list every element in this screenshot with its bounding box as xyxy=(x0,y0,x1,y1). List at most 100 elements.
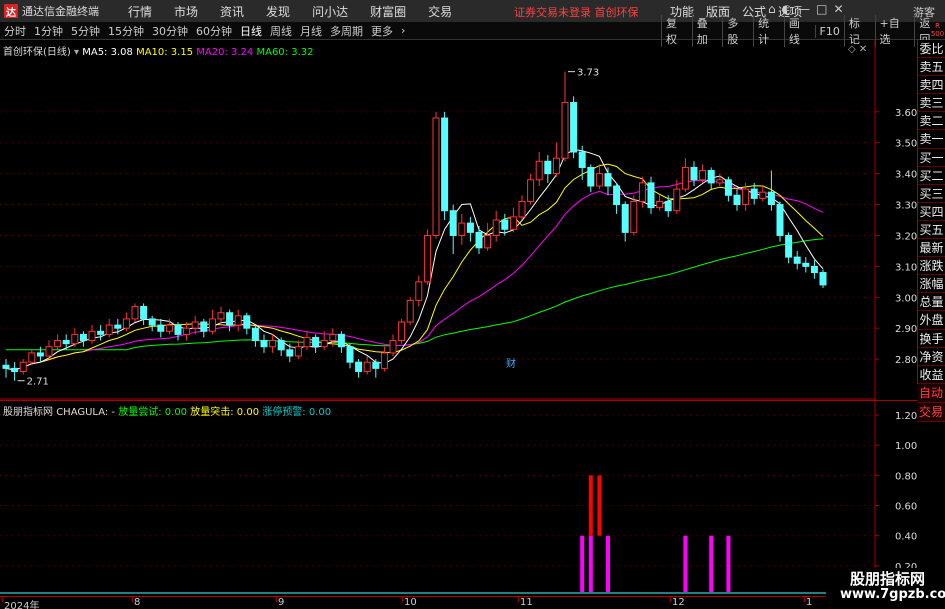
menu-wealth[interactable]: 财富圈 xyxy=(359,3,417,20)
candle-body xyxy=(71,333,79,345)
candle xyxy=(432,111,440,239)
candle xyxy=(355,359,363,378)
period-intraday[interactable]: 分时 xyxy=(0,23,30,39)
diamond-icon[interactable]: ◇ xyxy=(848,44,856,55)
side-item-2[interactable]: 卖四 xyxy=(918,76,945,95)
candle-body xyxy=(346,346,354,363)
main-info-bar: 首创环保(日线) ▾ MA5: 3.08 MA10: 3.15 MA20: 3.… xyxy=(3,43,313,58)
quote-panel: 委比 卖五 卖四 卖三 卖二 卖一 买一 买二 买三 买四 买五 最新 涨跌 涨幅 总量 外盘 换手 净资 收益 xyxy=(917,40,945,422)
ma-settings-icon[interactable]: ▾ xyxy=(74,47,79,58)
side-item-14[interactable]: 总量 xyxy=(918,293,945,312)
menu-icon[interactable]: ⌂ xyxy=(768,2,776,16)
side-item-15[interactable]: 外盘 xyxy=(918,311,945,330)
period-multi[interactable]: 多周期 xyxy=(326,23,367,39)
indicator-chart[interactable]: 0.200.400.600.801.001.20 xyxy=(0,400,917,596)
candle xyxy=(509,207,517,233)
candle-body xyxy=(97,330,105,335)
maximize-icon[interactable]: □ xyxy=(816,2,827,16)
candle-body xyxy=(535,160,543,181)
candle-body xyxy=(544,160,552,175)
period-1min[interactable]: 1分钟 xyxy=(30,23,67,39)
side-item-18[interactable]: 收益 xyxy=(918,366,945,384)
candle-body xyxy=(174,324,182,335)
candle-body xyxy=(105,324,113,335)
candle xyxy=(699,164,707,183)
candle-body xyxy=(243,315,251,329)
minimize-icon[interactable]: — xyxy=(798,2,810,16)
close-icon[interactable]: ✕ xyxy=(833,2,843,16)
candle xyxy=(552,142,560,177)
period-5min[interactable]: 5分钟 xyxy=(67,23,104,39)
candle xyxy=(11,362,19,381)
candle-body xyxy=(234,315,242,326)
more-chevron-icon[interactable]: › xyxy=(397,24,409,37)
candle xyxy=(208,309,216,335)
trade-label[interactable]: 交易 xyxy=(917,403,945,422)
candle xyxy=(312,334,320,353)
line1-value: 放量尝试: 0.00 xyxy=(118,407,188,418)
side-item-7[interactable]: 买二 xyxy=(918,167,945,185)
candle xyxy=(97,325,105,341)
candle-body xyxy=(441,117,449,212)
candle-body xyxy=(54,340,62,348)
side-item-9[interactable]: 买四 xyxy=(918,203,945,221)
period-monthly[interactable]: 月线 xyxy=(296,23,326,39)
period-weekly[interactable]: 周线 xyxy=(266,23,296,39)
candle-body xyxy=(355,361,363,372)
candle xyxy=(449,204,457,254)
indicator-name[interactable]: 股朋指标网 xyxy=(3,407,53,418)
candle xyxy=(630,195,638,236)
period-15min[interactable]: 15分钟 xyxy=(104,23,148,39)
period-30min[interactable]: 30分钟 xyxy=(148,23,192,39)
side-item-10[interactable]: 买五 xyxy=(918,221,945,240)
side-item-3[interactable]: 卖三 xyxy=(918,94,945,113)
menu-quotes[interactable]: 行情 xyxy=(117,3,163,20)
side-item-16[interactable]: 换手 xyxy=(918,330,945,348)
side-item-6[interactable]: 买一 xyxy=(918,149,945,167)
candle-body xyxy=(312,336,320,348)
period-60min[interactable]: 60分钟 xyxy=(192,23,236,39)
indicator-bar xyxy=(597,475,602,536)
side-item-13[interactable]: 涨幅 xyxy=(918,275,945,294)
side-item-17[interactable]: 净资 xyxy=(918,348,945,366)
f10-button[interactable]: F10 xyxy=(814,24,844,38)
menu-news[interactable]: 资讯 xyxy=(209,3,255,20)
candle xyxy=(793,250,801,270)
candle xyxy=(535,152,543,186)
candle-body xyxy=(157,324,165,332)
side-item-0[interactable]: 委比 xyxy=(918,40,945,59)
candle xyxy=(200,318,208,338)
trade-panel: 自动 交易 xyxy=(917,384,945,422)
candle xyxy=(441,111,449,220)
side-item-4[interactable]: 卖二 xyxy=(918,112,945,131)
candle-body xyxy=(673,188,681,212)
candle xyxy=(724,176,732,202)
candlestick-chart[interactable]: 2.80 2.90 3.00 3.10 3.20 3.30 3.40 3.50 3.60 3.73… xyxy=(0,40,917,400)
candle xyxy=(587,164,595,193)
date-label-4: 11 xyxy=(520,597,533,608)
stock-name[interactable]: 首创环保(日线) xyxy=(3,47,71,58)
menu-trade[interactable]: 交易 xyxy=(417,3,463,20)
side-item-5[interactable]: 卖一 xyxy=(918,130,945,149)
r500-badge[interactable]: R 500 xyxy=(930,22,945,40)
high-label: 3.73 xyxy=(577,68,599,79)
menu-ask[interactable]: 问小达 xyxy=(301,3,359,20)
candle-body xyxy=(475,231,483,249)
auto-trade-label[interactable]: 自动 xyxy=(917,384,945,403)
y-tick-label: 0.40 xyxy=(895,532,917,543)
side-item-8[interactable]: 买三 xyxy=(918,185,945,203)
period-daily[interactable]: 日线 xyxy=(236,23,266,39)
candle xyxy=(810,260,818,279)
side-item-11[interactable]: 最新 xyxy=(918,239,945,258)
menu-discover[interactable]: 发现 xyxy=(255,3,301,20)
skin-icon[interactable]: ◐ xyxy=(782,2,792,16)
ma60-value: MA60: 3.32 xyxy=(256,47,314,58)
period-more[interactable]: 更多 xyxy=(367,23,397,39)
candle-body xyxy=(630,200,638,233)
close-chart-icon[interactable]: ✕ xyxy=(859,44,867,55)
side-item-12[interactable]: 涨跌 xyxy=(918,257,945,276)
candle-body xyxy=(114,324,122,329)
menu-market[interactable]: 市场 xyxy=(163,3,209,20)
side-item-1[interactable]: 卖五 xyxy=(918,58,945,77)
login-notice[interactable]: 证券交易未登录 首创环保 xyxy=(514,4,639,20)
